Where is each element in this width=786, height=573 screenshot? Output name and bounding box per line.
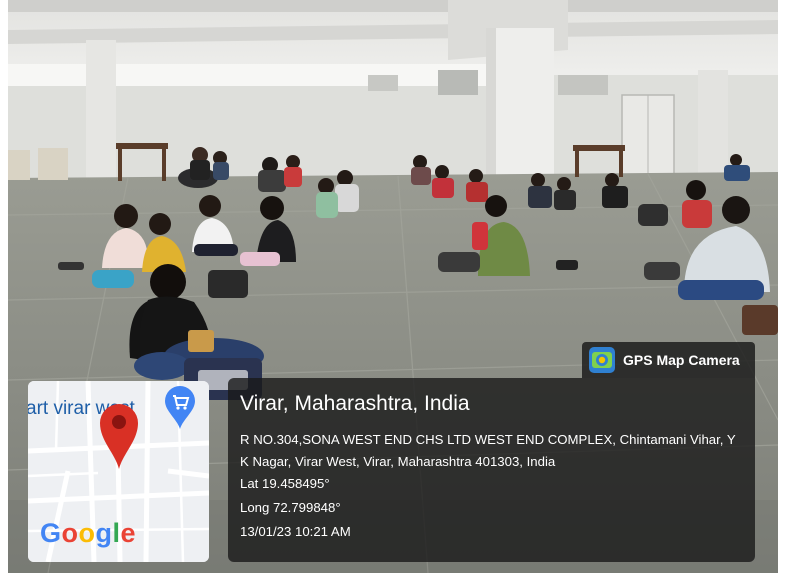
google-logo-letter: e <box>120 518 137 548</box>
datetime-text: 13/01/23 10:21 AM <box>240 524 351 539</box>
latitude-text: Lat 19.458495° <box>240 476 330 491</box>
location-info-panel: Virar, Maharashtra, India R NO.304,SONA … <box>228 378 755 562</box>
google-logo: Google <box>40 518 136 549</box>
gps-map-camera-badge: GPS Map Camera <box>582 342 755 378</box>
map-thumbnail: art virar west Google <box>28 381 209 562</box>
address-text: R NO.304,SONA WEST END CHS LTD WEST END … <box>240 432 736 469</box>
google-logo-letter: o <box>61 518 79 548</box>
location-pin-icon <box>100 404 138 469</box>
google-logo-letter: o <box>78 518 96 548</box>
google-logo-letter: G <box>40 518 62 548</box>
app-label: GPS Map Camera <box>623 352 740 368</box>
longitude-text: Long 72.799848° <box>240 500 341 515</box>
gps-map-camera-icon <box>589 347 615 373</box>
photo-frame: GPS Map Camera Virar, Maharashtra, India… <box>0 0 786 573</box>
google-logo-letter: l <box>112 518 121 548</box>
shopping-place-pin-icon <box>165 386 195 429</box>
place-title: Virar, Maharashtra, India <box>240 392 470 415</box>
google-logo-letter: g <box>95 518 113 548</box>
pillar <box>486 28 554 183</box>
